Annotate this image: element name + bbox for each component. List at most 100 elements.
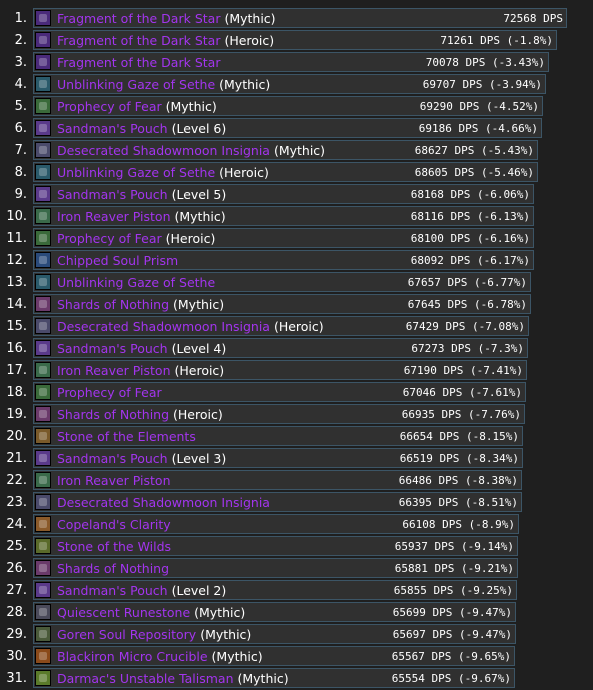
item-link[interactable]: Shards of Nothing [57,407,169,422]
item-link[interactable]: Goren Soul Repository [57,627,196,642]
item-link[interactable]: Sandman's Pouch [57,451,168,466]
dark-star-fragment-icon [35,54,51,70]
item-name[interactable]: Sandman's Pouch (Level 5) [57,187,226,202]
item-name[interactable]: Copeland's Clarity [57,517,171,532]
item-link[interactable]: Unblinking Gaze of Sethe [57,77,215,92]
rank-number: 11. [6,231,27,246]
item-name[interactable]: Sandman's Pouch (Level 4) [57,341,226,356]
list-item: 13. Unblinking Gaze of Sethe 67657 DPS (-6… [0,272,593,294]
item-name[interactable]: Desecrated Shadowmoon Insignia [57,495,270,510]
item-link[interactable]: Quiescent Runestone [57,605,190,620]
item-link[interactable]: Fragment of the Dark Star [57,55,220,70]
item-link[interactable]: Sandman's Pouch [57,583,168,598]
item-name[interactable]: Shards of Nothing (Heroic) [57,407,223,422]
item-name[interactable]: Shards of Nothing (Mythic) [57,297,224,312]
item-link[interactable]: Unblinking Gaze of Sethe [57,165,215,180]
item-name[interactable]: Goren Soul Repository (Mythic) [57,627,251,642]
item-name[interactable]: Iron Reaver Piston (Heroic) [57,363,224,378]
item-name[interactable]: Iron Reaver Piston (Mythic) [57,209,226,224]
item-link[interactable]: Sandman's Pouch [57,187,168,202]
item-name[interactable]: Quiescent Runestone (Mythic) [57,605,245,620]
item-link[interactable]: Sandman's Pouch [57,121,168,136]
item-link[interactable]: Iron Reaver Piston [57,363,171,378]
item-name[interactable]: Fragment of the Dark Star [57,55,220,70]
rank-number: 17. [6,363,27,378]
item-name[interactable]: Shards of Nothing [57,561,169,576]
list-item: 14. Shards of Nothing (Mythic) 67645 DPS (… [0,294,593,316]
item-qualifier: (Mythic) [237,671,289,686]
rank-number: 22. [6,473,27,488]
item-link[interactable]: Iron Reaver Piston [57,473,171,488]
dps-value: 70078 DPS (-3.43%) [425,56,545,69]
pouch-icon [35,340,51,356]
item-name[interactable]: Prophecy of Fear (Mythic) [57,99,217,114]
pouch-icon [35,186,51,202]
talisman-icon [35,670,51,686]
prophecy-icon [35,384,51,400]
item-name[interactable]: Sandman's Pouch (Level 2) [57,583,226,598]
list-item: 26. Shards of Nothing 65881 DPS (-9.21%) [0,558,593,580]
item-name[interactable]: Desecrated Shadowmoon Insignia (Mythic) [57,143,325,158]
item-name[interactable]: Stone of the Wilds [57,539,171,554]
item-qualifier: (Heroic) [174,363,225,378]
item-link[interactable]: Shards of Nothing [57,561,169,576]
item-link[interactable]: Unblinking Gaze of Sethe [57,275,215,290]
item-link[interactable]: Darmac's Unstable Talisman [57,671,234,686]
dark-star-fragment-icon [35,32,51,48]
item-name[interactable]: Prophecy of Fear [57,385,162,400]
item-qualifier: (Heroic) [219,165,269,180]
rank-number: 1. [14,11,27,26]
item-name[interactable]: Prophecy of Fear (Heroic) [57,231,215,246]
list-item: 25. Stone of the Wilds 65937 DPS (-9.14%) [0,536,593,558]
item-name[interactable]: Darmac's Unstable Talisman (Mythic) [57,671,289,686]
item-name[interactable]: Fragment of the Dark Star (Mythic) [57,11,276,26]
item-link[interactable]: Stone of the Elements [57,429,196,444]
wilds-stone-icon [35,538,51,554]
insignia-icon [35,494,51,510]
item-link[interactable]: Blackiron Micro Crucible [57,649,208,664]
item-link[interactable]: Iron Reaver Piston [57,209,171,224]
piston-icon [35,362,51,378]
dps-value: 65937 DPS (-9.14%) [394,540,514,553]
item-link[interactable]: Desecrated Shadowmoon Insignia [57,143,270,158]
dps-value: 68116 DPS (-6.13%) [410,210,530,223]
list-item: 6. Sandman's Pouch (Level 6) 69186 DPS (-4… [0,118,593,140]
item-link[interactable]: Shards of Nothing [57,297,169,312]
item-link[interactable]: Stone of the Wilds [57,539,171,554]
item-name[interactable]: Desecrated Shadowmoon Insignia (Heroic) [57,319,324,334]
rank-number: 13. [6,275,27,290]
item-name[interactable]: Fragment of the Dark Star (Heroic) [57,33,274,48]
item-link[interactable]: Prophecy of Fear [57,231,162,246]
item-link[interactable]: Desecrated Shadowmoon Insignia [57,319,270,334]
dark-star-fragment-icon [35,10,51,26]
item-link[interactable]: Fragment of the Dark Star [57,11,220,26]
item-name[interactable]: Unblinking Gaze of Sethe (Heroic) [57,165,269,180]
item-name[interactable]: Chipped Soul Prism [57,253,178,268]
rank-number: 10. [6,209,27,224]
item-name[interactable]: Unblinking Gaze of Sethe [57,275,215,290]
item-link[interactable]: Copeland's Clarity [57,517,171,532]
item-link[interactable]: Prophecy of Fear [57,385,162,400]
dps-value: 67645 DPS (-6.78%) [407,298,527,311]
item-name[interactable]: Sandman's Pouch (Level 6) [57,121,226,136]
item-link[interactable]: Chipped Soul Prism [57,253,178,268]
item-name[interactable]: Blackiron Micro Crucible (Mythic) [57,649,263,664]
item-qualifier: (Mythic) [194,605,246,620]
elements-stone-icon [35,428,51,444]
item-name[interactable]: Iron Reaver Piston [57,473,171,488]
item-qualifier: (Mythic) [224,11,276,26]
shards-icon [35,406,51,422]
item-link[interactable]: Prophecy of Fear [57,99,162,114]
item-name[interactable]: Sandman's Pouch (Level 3) [57,451,226,466]
item-link[interactable]: Sandman's Pouch [57,341,168,356]
runestone-icon [35,604,51,620]
dps-value: 69290 DPS (-4.52%) [419,100,539,113]
item-name[interactable]: Stone of the Elements [57,429,196,444]
item-link[interactable]: Desecrated Shadowmoon Insignia [57,495,270,510]
sethe-gaze-icon [35,76,51,92]
pouch-icon [35,120,51,136]
list-item: 27. Sandman's Pouch (Level 2) 65855 DPS (-… [0,580,593,602]
item-link[interactable]: Fragment of the Dark Star [57,33,220,48]
dps-value: 65699 DPS (-9.47%) [392,606,512,619]
item-name[interactable]: Unblinking Gaze of Sethe (Mythic) [57,77,270,92]
